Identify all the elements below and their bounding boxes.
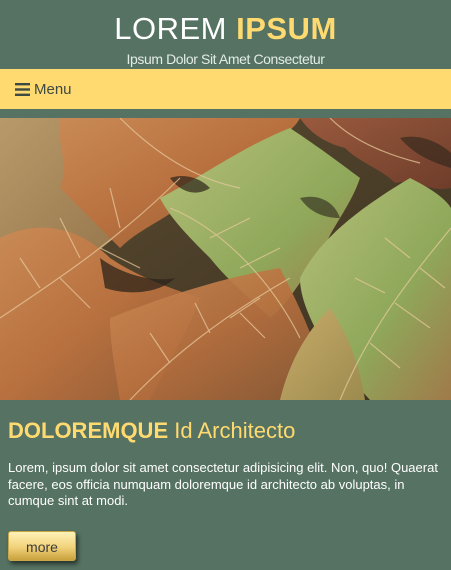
autumn-leaves-image <box>0 118 451 400</box>
hamburger-icon <box>15 82 30 96</box>
site-tagline: Ipsum Dolor Sit Amet Consectetur <box>126 51 325 67</box>
menu-button[interactable]: Menu <box>15 79 72 99</box>
article-title: DOLOREMQUE Id Architecto <box>8 418 295 444</box>
site-title-accent: IPSUM <box>236 11 337 46</box>
more-button[interactable]: more <box>8 531 76 561</box>
article-title-strong: DOLOREMQUE <box>8 418 169 443</box>
article-title-rest: Id Architecto <box>174 418 296 443</box>
menu-label: Menu <box>34 80 72 98</box>
site-header: LOREM IPSUM Ipsum Dolor Sit Amet Consect… <box>0 0 451 69</box>
nav-bar: Menu <box>0 69 451 109</box>
hero-image <box>0 118 451 400</box>
site-title-main: LOREM <box>114 11 227 46</box>
site-title: LOREM IPSUM <box>0 12 451 46</box>
article-body: Lorem, ipsum dolor sit amet consectetur … <box>8 460 438 508</box>
